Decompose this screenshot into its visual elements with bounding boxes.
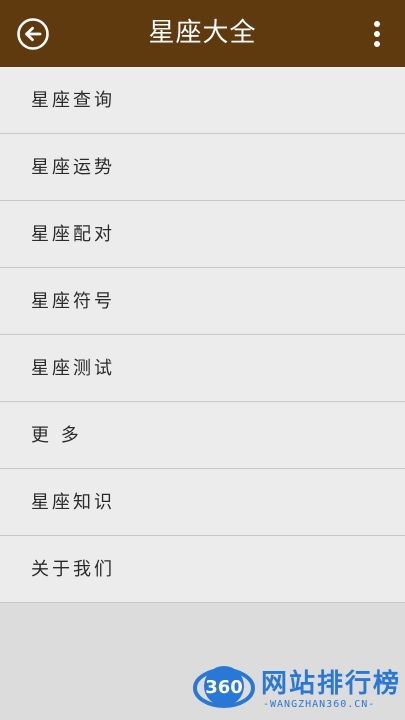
menu-item-query[interactable]: 星座查询	[0, 67, 405, 134]
more-options-button[interactable]	[371, 20, 383, 48]
app-header: 星座大全	[0, 0, 405, 67]
page-title: 星座大全	[148, 18, 257, 48]
menu-item-label: 星座配对	[31, 224, 115, 245]
watermark-badge-text: 360	[205, 677, 243, 698]
more-vertical-icon	[374, 21, 380, 47]
menu-item-knowledge[interactable]: 星座知识	[0, 469, 405, 536]
watermark-title: 网站排行榜	[261, 669, 402, 699]
menu-item-fortune[interactable]: 星座运势	[0, 134, 405, 201]
main-menu: 星座查询 星座运势 星座配对 星座符号 星座测试 更 多 星座知识 关于我们	[0, 67, 405, 603]
menu-item-label: 星座查询	[31, 90, 115, 111]
menu-item-label: 星座测试	[31, 358, 115, 379]
watermark-logo: 360	[193, 666, 255, 708]
menu-item-label: 星座知识	[31, 492, 115, 513]
menu-item-label: 更 多	[31, 425, 82, 446]
menu-item-test[interactable]: 星座测试	[0, 335, 405, 402]
menu-item-match[interactable]: 星座配对	[0, 201, 405, 268]
menu-item-about[interactable]: 关于我们	[0, 536, 405, 603]
menu-item-label: 关于我们	[31, 559, 115, 580]
watermark-subtitle: -WANGZHAN360.CN-	[263, 699, 376, 710]
watermark: 360 网站排行榜 -WANGZHAN360.CN-	[193, 657, 405, 720]
menu-item-symbols[interactable]: 星座符号	[0, 268, 405, 335]
menu-item-more[interactable]: 更 多	[0, 402, 405, 469]
menu-item-label: 星座运势	[31, 157, 115, 178]
menu-item-label: 星座符号	[31, 291, 115, 312]
